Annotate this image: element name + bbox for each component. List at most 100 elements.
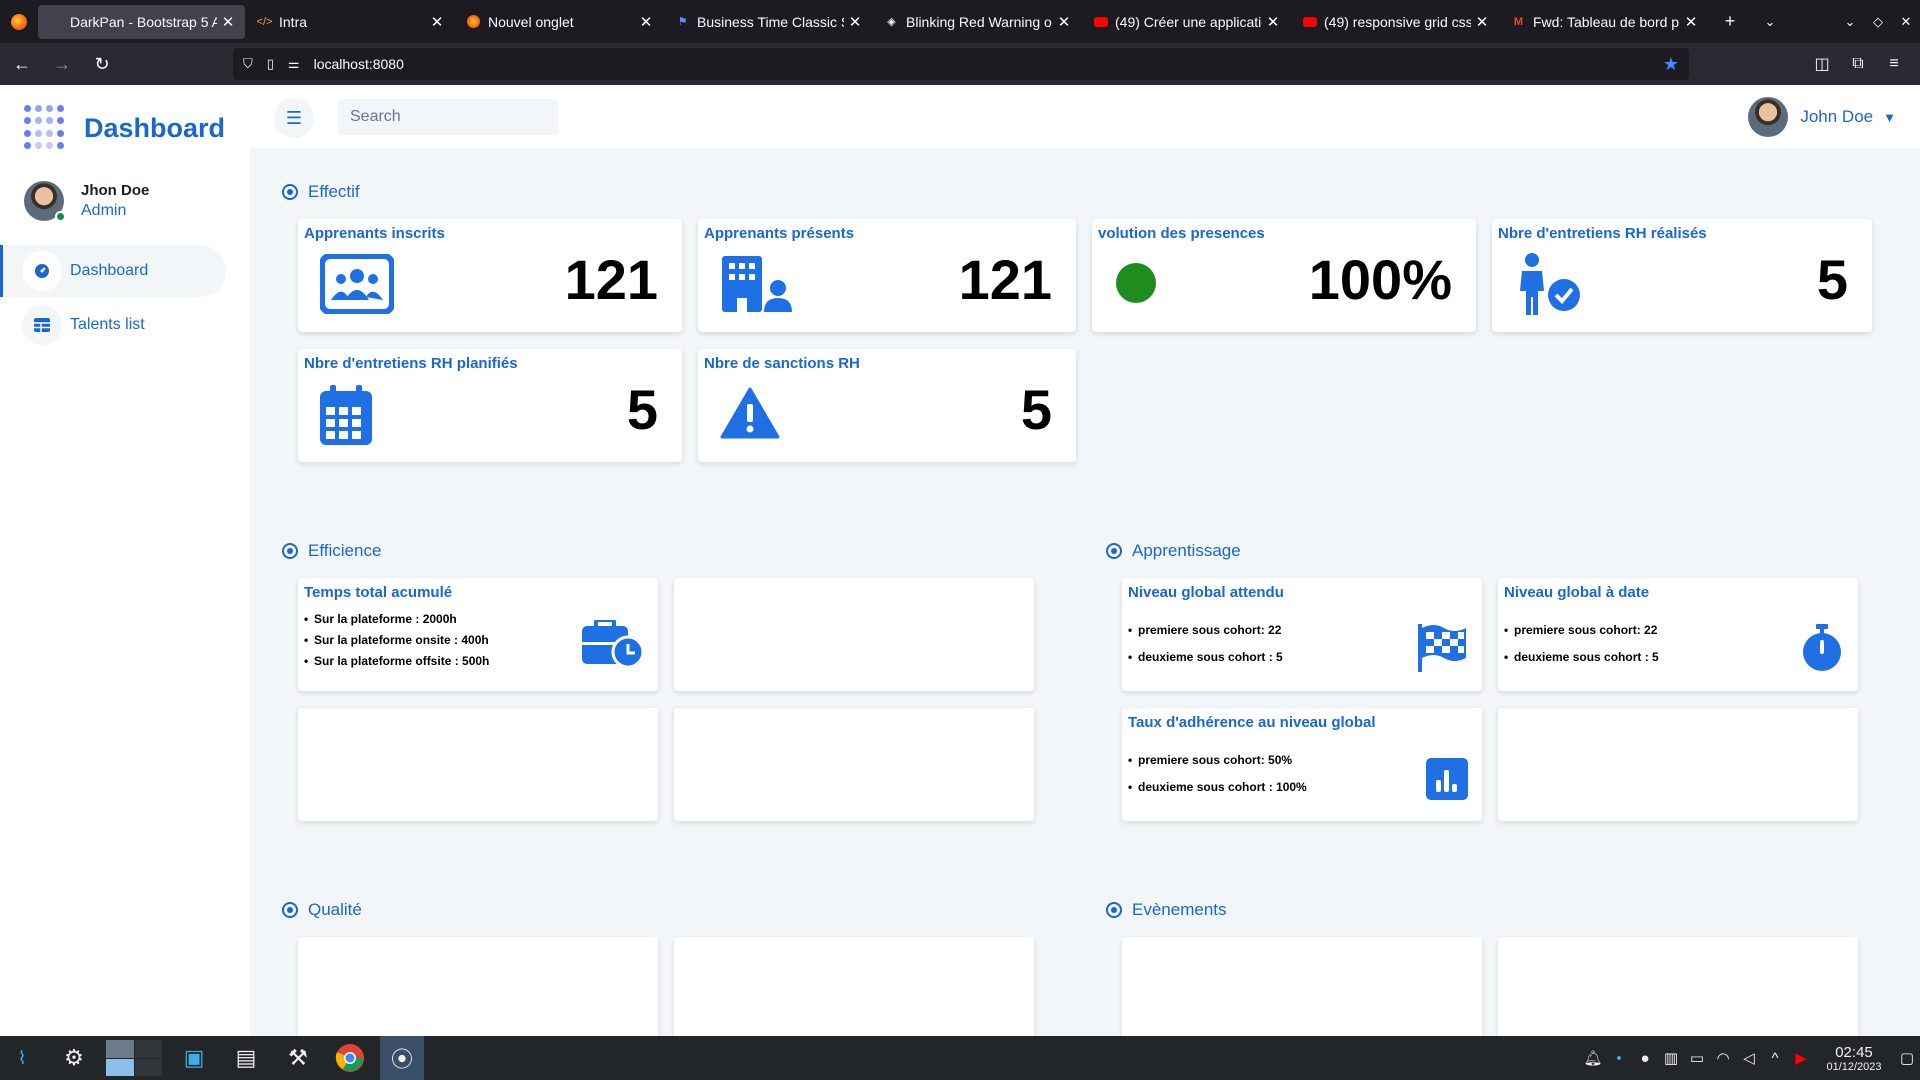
browser-tab[interactable]: M Fwd: Tableau de bord p ✕ [1501, 5, 1708, 39]
section-effectif: Effectif Apprenants inscrits 121 Apprena… [274, 172, 1896, 507]
minimize-icon[interactable]: ⌄ [1836, 14, 1864, 30]
tab-title: Business Time Classic Sc [697, 13, 844, 30]
empty-card [1498, 937, 1858, 1050]
shield-icon[interactable]: ⛉ [243, 56, 253, 72]
sidebar-user: Jhon Doe Admin [24, 181, 149, 222]
url-bar[interactable]: ⛉ ▯ ⚌ localhost:8080 ★ [233, 48, 1689, 80]
show-desktop-icon[interactable]: ▢ [1894, 1049, 1920, 1067]
forward-arrow-icon[interactable]: → [44, 49, 80, 79]
tab-title: DarkPan - Bootstrap 5 Admi [70, 13, 217, 30]
sidebar: Dashboard Jhon Doe Admin Dashboard Talen… [0, 85, 250, 1036]
extensions-icon[interactable]: ⧉ [1840, 55, 1876, 73]
url-text[interactable]: localhost:8080 [314, 56, 404, 72]
notification-bell-icon[interactable]: 🔔︎ [1580, 1049, 1606, 1067]
brand[interactable]: Dashboard [24, 105, 225, 151]
close-tab-icon[interactable]: ✕ [1266, 13, 1280, 31]
pocket-icon[interactable]: ◫ [1804, 54, 1840, 74]
sidebar-item-label: Dashboard [70, 262, 149, 279]
list-item: premiere sous cohort: 22 [1128, 623, 1283, 637]
search-input[interactable] [338, 99, 558, 135]
card-list: premiere sous cohort: 22 deuxieme sous c… [1504, 623, 1659, 664]
expand-tray-icon[interactable]: ^ [1762, 1050, 1788, 1067]
volume-icon[interactable]: ◁ [1736, 1049, 1762, 1067]
list-item: deuxieme sous cohort : 5 [1128, 650, 1283, 664]
notes-icon[interactable]: ▤ [224, 1036, 268, 1080]
wifi-icon[interactable]: ◠ [1710, 1049, 1736, 1067]
close-tab-icon[interactable]: ✕ [639, 13, 653, 31]
firefox-taskbar-icon[interactable]: ⦿ [380, 1036, 424, 1080]
permissions-icon[interactable]: ⚌ [288, 56, 300, 72]
close-tab-icon[interactable]: ✕ [430, 13, 444, 31]
top-user-name: John Doe [1800, 107, 1874, 126]
tools-icon[interactable]: ⚒ [276, 1036, 320, 1080]
clock-time: 02:45 [1835, 1043, 1873, 1061]
reload-icon[interactable]: ↻ [84, 49, 120, 79]
card-title: Niveau global à date [1504, 584, 1650, 601]
dots-logo-icon [24, 105, 70, 151]
list-item: deuxieme sous cohort : 100% [1128, 780, 1307, 794]
bar-chart-icon [1426, 758, 1468, 805]
list-item: premiere sous cohort: 50% [1128, 753, 1307, 767]
card-value: 100% [1308, 248, 1452, 311]
restore-icon[interactable]: ◇ [1864, 14, 1892, 30]
activity-graph-icon[interactable]: ⌇ [0, 1036, 44, 1080]
firefox-icon [466, 14, 481, 29]
avatar [24, 181, 66, 222]
tab-title: Blinking Red Warning o [906, 13, 1052, 30]
list-item: Sur la plateforme offsite : 500h [304, 654, 489, 668]
card-title: Niveau global attendu [1128, 584, 1284, 601]
empty-card [298, 708, 658, 821]
close-tab-icon[interactable]: ✕ [848, 13, 862, 31]
close-tab-icon[interactable]: ✕ [1684, 13, 1698, 31]
sidebar-item-talents-list[interactable]: Talents list [0, 299, 226, 351]
back-arrow-icon[interactable]: ← [4, 49, 40, 79]
clipboard-icon[interactable]: ▥ [1658, 1049, 1684, 1067]
sidebar-item-dashboard[interactable]: Dashboard [0, 245, 226, 297]
network-dot-icon[interactable]: • [1606, 1050, 1632, 1067]
target-icon [282, 543, 298, 559]
store-bag-icon[interactable]: ▣ [172, 1036, 216, 1080]
new-tab-icon[interactable]: + [1710, 11, 1750, 32]
browser-tab[interactable]: ◈ Blinking Red Warning o ✕ [874, 5, 1081, 39]
desktop-pager-icon[interactable] [104, 1036, 164, 1080]
user-dropdown[interactable]: John Doe ▼ [1748, 97, 1896, 137]
building-user-icon [720, 254, 794, 319]
clock[interactable]: 02:45 01/12/2023 [1814, 1044, 1894, 1073]
bookmark-star-icon[interactable]: ★ [1663, 54, 1679, 75]
browser-tab[interactable]: (49) Créer une applicatio ✕ [1083, 5, 1290, 39]
sidebar-toggle-button[interactable]: ☰ [274, 98, 314, 138]
card-title: Taux d'adhérence au niveau global [1128, 714, 1376, 731]
sidebar-menu: Dashboard Talents list [0, 245, 250, 353]
target-icon [1106, 902, 1122, 918]
close-tab-icon[interactable]: ✕ [1057, 13, 1071, 31]
close-tab-icon[interactable]: ✕ [221, 13, 235, 31]
browser-tab[interactable]: Nouvel onglet ✕ [456, 5, 663, 39]
browser-tab[interactable]: DarkPan - Bootstrap 5 Admi ✕ [38, 4, 245, 39]
app-launcher-icon[interactable]: ⚙ [52, 1036, 96, 1080]
browser-tab[interactable]: (49) responsive grid css ✕ [1292, 5, 1499, 39]
close-tab-icon[interactable]: ✕ [1475, 13, 1489, 31]
gauge-icon [22, 251, 62, 291]
hamburger-menu-icon[interactable]: ≡ [1876, 55, 1912, 73]
list-item: Sur la plateforme onsite : 400h [304, 633, 489, 647]
card-value: 5 [626, 378, 658, 441]
list-tabs-icon[interactable]: ⌄ [1750, 14, 1790, 30]
target-icon [1106, 543, 1122, 559]
close-window-icon[interactable]: ✕ [1892, 14, 1920, 30]
section-title: Effectif [282, 182, 360, 202]
youtube-tray-icon[interactable]: ▶ [1788, 1049, 1814, 1067]
browser-tab[interactable]: ⚑ Business Time Classic Sc ✕ [665, 5, 872, 39]
info-card: Niveau global attendu premiere sous coho… [1122, 578, 1482, 691]
cookie-icon[interactable]: ● [1632, 1050, 1658, 1067]
battery-icon[interactable]: ▭ [1684, 1049, 1710, 1067]
empty-card [1498, 708, 1858, 821]
table-icon [22, 305, 62, 345]
browser-tab[interactable]: </> Intra ✕ [247, 5, 454, 39]
chrome-icon[interactable] [328, 1036, 372, 1080]
card-title: volution des presences [1098, 225, 1265, 242]
clock-date: 01/12/2023 [1826, 1060, 1882, 1073]
firefox-menu-icon[interactable] [0, 0, 38, 43]
tab-title: (49) responsive grid css [1324, 13, 1471, 30]
browser-nav-bar: ← → ↻ ⛉ ▯ ⚌ localhost:8080 ★ ◫ ⧉ ≡ [0, 43, 1920, 85]
gmail-icon: M [1513, 15, 1524, 28]
